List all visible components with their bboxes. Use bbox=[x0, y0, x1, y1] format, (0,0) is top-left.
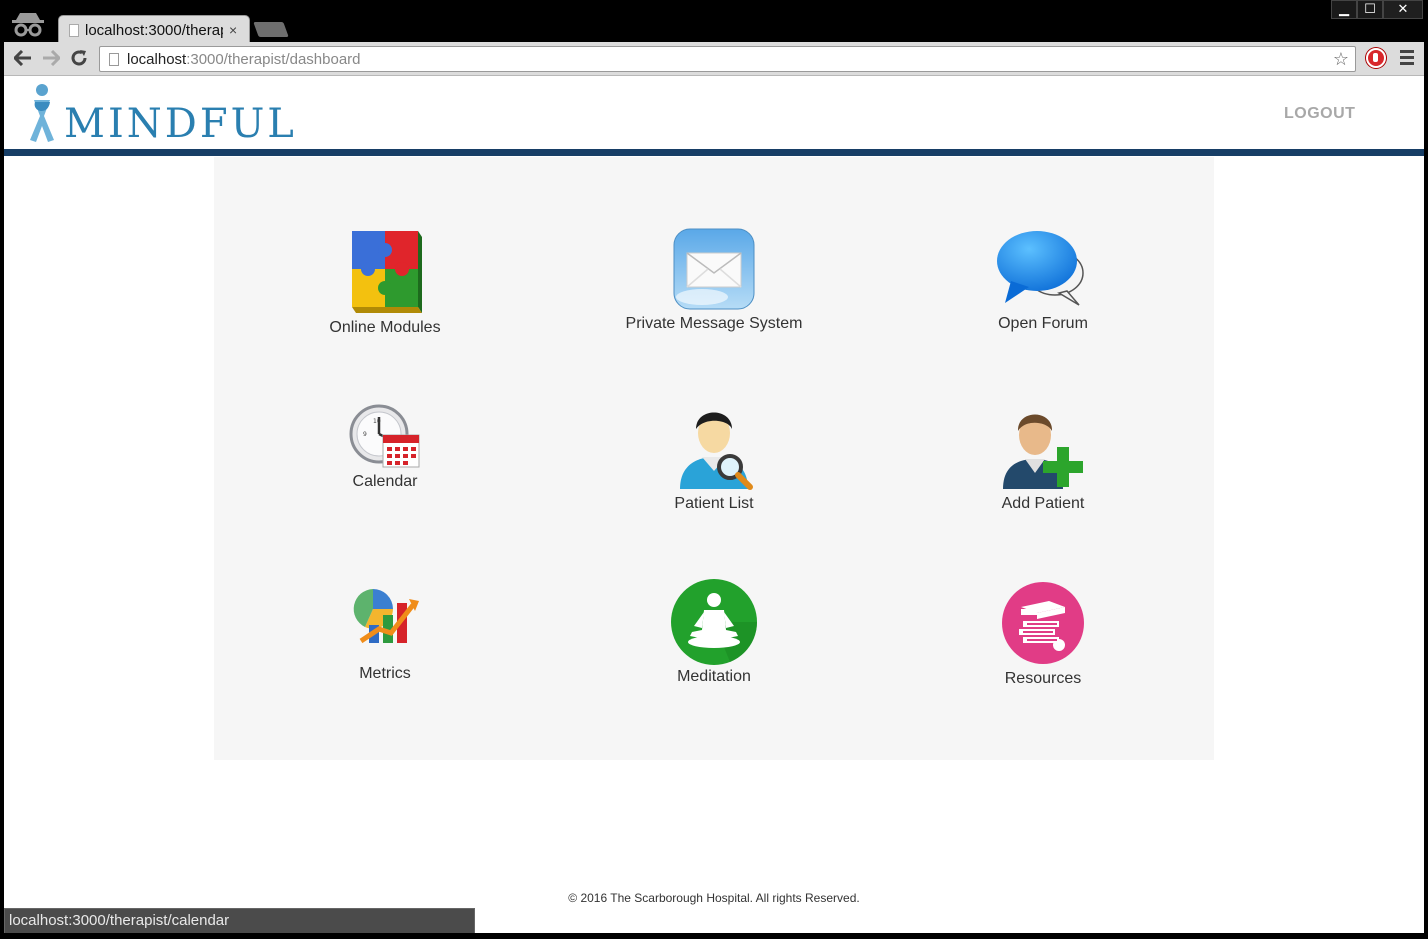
tile-calendar[interactable]: 10 9 Calendar bbox=[265, 403, 505, 491]
url-path: :3000/therapist/dashboard bbox=[186, 50, 361, 68]
new-tab-button[interactable] bbox=[253, 22, 289, 37]
tile-label: Resources bbox=[1004, 670, 1082, 687]
forward-button[interactable] bbox=[40, 47, 62, 69]
page-icon bbox=[109, 52, 119, 66]
bookmark-star-icon[interactable]: ☆ bbox=[1333, 49, 1349, 70]
tile-online-modules[interactable]: Online Modules bbox=[265, 227, 505, 337]
tile-label: Calendar bbox=[352, 473, 418, 490]
tile-meditation[interactable]: Meditation bbox=[594, 578, 834, 686]
browser-titlebar: localhost:3000/therap × ▁ ☐ ✕ bbox=[0, 0, 1428, 43]
site-header: MINDFUL LOGOUT bbox=[4, 76, 1424, 156]
tile-label: Private Message System bbox=[625, 315, 803, 332]
status-url-bubble: localhost:3000/therapist/calendar bbox=[4, 908, 475, 933]
ribbon-person-icon bbox=[30, 84, 54, 142]
url-host: localhost bbox=[127, 50, 187, 68]
tile-label: Add Patient bbox=[1001, 495, 1085, 512]
tile-label: Meditation bbox=[677, 668, 751, 685]
maximize-button[interactable]: ☐ bbox=[1357, 0, 1383, 19]
copyright-footer: © 2016 The Scarborough Hospital. All rig… bbox=[568, 891, 860, 905]
browser-tab[interactable]: localhost:3000/therap × bbox=[58, 15, 250, 43]
chart-icon bbox=[353, 589, 419, 644]
browser-menu-icon[interactable] bbox=[1400, 50, 1414, 66]
browser-toolbar: localhost:3000/therapist/dashboard ☆ bbox=[4, 42, 1424, 76]
svg-text:10: 10 bbox=[373, 418, 381, 425]
puzzle-icon bbox=[352, 231, 422, 313]
arrow-left-icon bbox=[14, 50, 31, 66]
close-tab-icon[interactable]: × bbox=[229, 22, 237, 38]
tile-private-message-system[interactable]: Private Message System bbox=[594, 227, 834, 333]
dashboard-panel: Online Modules Private Message System Op… bbox=[214, 157, 1214, 760]
header-divider bbox=[4, 149, 1424, 156]
tile-open-forum[interactable]: Open Forum bbox=[923, 227, 1163, 333]
tile-label: Patient List bbox=[674, 495, 754, 512]
reload-button[interactable] bbox=[68, 47, 90, 69]
tile-patient-list[interactable]: Patient List bbox=[594, 401, 834, 513]
tile-metrics[interactable]: Metrics bbox=[265, 585, 505, 683]
back-button[interactable] bbox=[12, 47, 34, 69]
adblock-extension-icon[interactable] bbox=[1366, 48, 1386, 68]
close-window-button[interactable]: ✕ bbox=[1383, 0, 1423, 19]
browser-window: localhost:3000/therap × ▁ ☐ ✕ localhost:… bbox=[0, 0, 1428, 939]
mindful-logo[interactable]: MINDFUL bbox=[22, 82, 294, 146]
reload-icon bbox=[71, 50, 87, 66]
page-viewport: MINDFUL LOGOUT Online Modules Private Me… bbox=[4, 76, 1424, 933]
tile-add-patient[interactable]: Add Patient bbox=[923, 401, 1163, 513]
clock-calendar-icon: 10 9 bbox=[349, 404, 420, 468]
add-user-icon bbox=[1003, 414, 1083, 489]
tile-label: Online Modules bbox=[329, 319, 441, 336]
tab-title: localhost:3000/therap bbox=[85, 21, 223, 39]
tile-label: Metrics bbox=[359, 665, 411, 682]
address-bar[interactable]: localhost:3000/therapist/dashboard ☆ bbox=[99, 46, 1356, 72]
logout-link[interactable]: LOGOUT bbox=[1284, 105, 1355, 123]
meditation-icon bbox=[671, 579, 758, 665]
speech-bubbles-icon bbox=[997, 231, 1084, 306]
user-search-icon bbox=[680, 412, 753, 490]
incognito-icon bbox=[12, 13, 44, 37]
svg-text:9: 9 bbox=[363, 431, 367, 438]
tile-label: Open Forum bbox=[998, 315, 1088, 332]
tile-resources[interactable]: Resources bbox=[923, 581, 1163, 688]
envelope-icon bbox=[673, 228, 755, 310]
minimize-button[interactable]: ▁ bbox=[1331, 0, 1357, 19]
page-icon bbox=[69, 23, 79, 37]
arrow-right-icon bbox=[43, 50, 60, 66]
logo-text: MINDFUL bbox=[64, 101, 297, 147]
books-icon bbox=[1002, 582, 1084, 664]
